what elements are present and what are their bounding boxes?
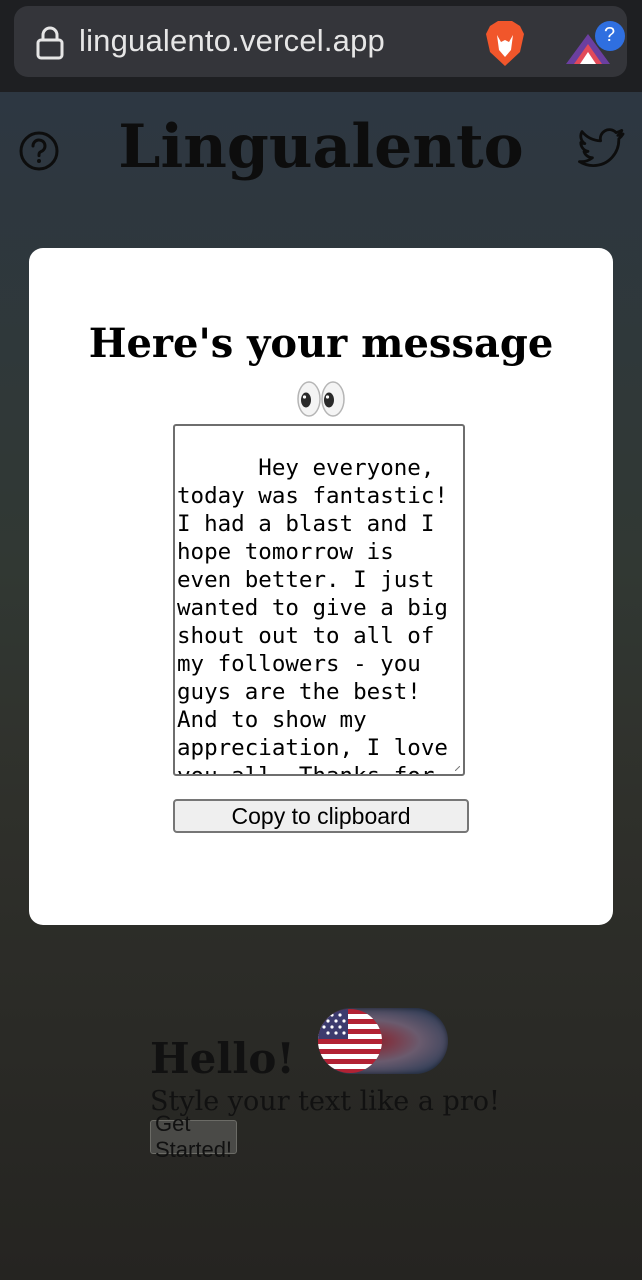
message-text: Hey everyone, today was fantastic! I had… xyxy=(177,455,448,776)
extension-icon[interactable]: ? xyxy=(564,20,630,70)
page: Lingualento Hello! Style your text like … xyxy=(0,92,642,1280)
brave-lion-icon[interactable] xyxy=(484,20,526,68)
triangle-logo-icon xyxy=(566,21,625,64)
twitter-icon[interactable] xyxy=(578,128,626,172)
message-modal: Here's your message Hey everyone, today … xyxy=(29,248,613,925)
hero-title: Hello! xyxy=(150,1034,295,1083)
url-text[interactable]: lingualento.vercel.app xyxy=(79,23,385,59)
resize-grip-icon[interactable] xyxy=(455,766,460,771)
address-bar[interactable]: lingualento.vercel.app ? xyxy=(14,6,627,77)
modal-title: Here's your message xyxy=(88,320,554,367)
extension-badge: ? xyxy=(604,24,616,46)
copy-to-clipboard-button[interactable]: Copy to clipboard xyxy=(173,799,469,833)
language-toggle[interactable] xyxy=(318,1008,448,1074)
us-flag-icon xyxy=(318,1009,382,1073)
get-started-button[interactable]: Get Started! xyxy=(150,1111,238,1162)
eyes-emoji-icon xyxy=(297,381,345,417)
message-textarea[interactable]: Hey everyone, today was fantastic! I had… xyxy=(173,424,465,776)
site-title: Lingualento xyxy=(118,112,524,182)
browser-chrome: lingualento.vercel.app ? xyxy=(0,0,642,92)
lock-icon xyxy=(36,26,64,60)
